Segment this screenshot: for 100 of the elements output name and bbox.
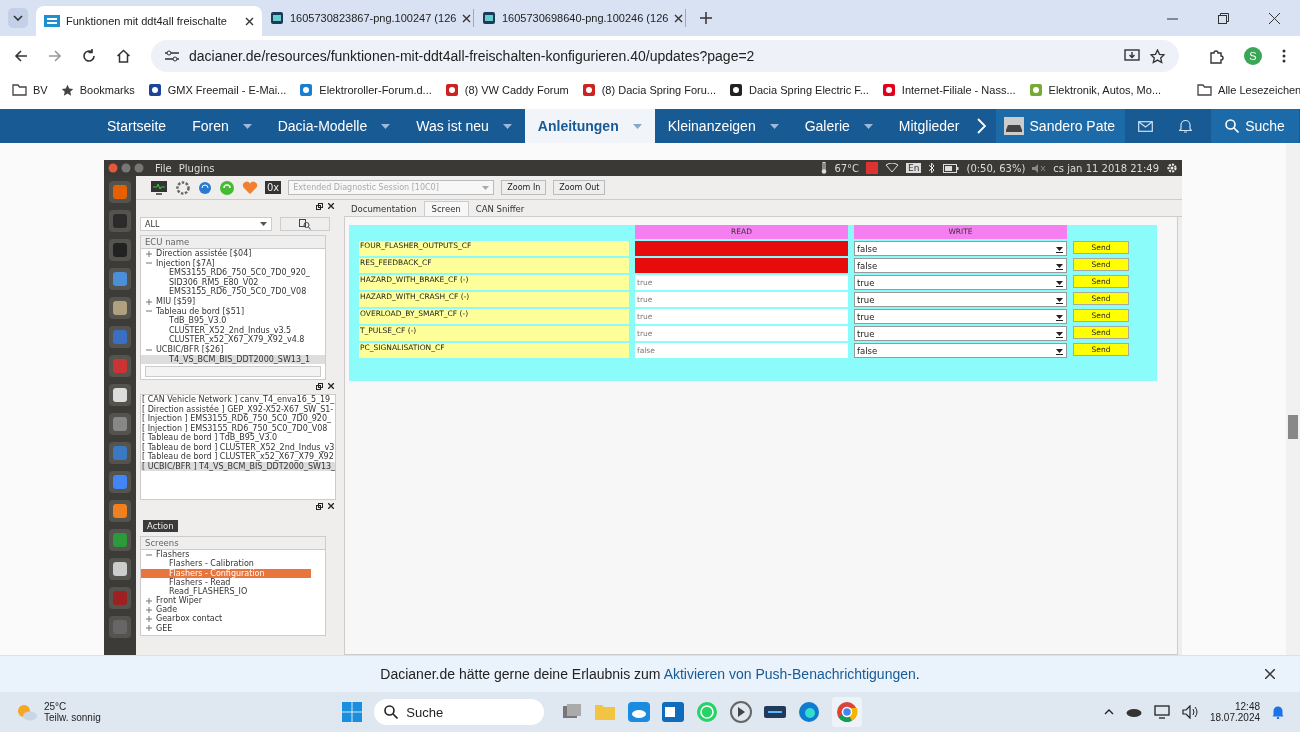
- ecu-list-item[interactable]: [ Direction assistée ] GEP_X92-X52-X67_SW_S1-: [141, 404, 335, 415]
- tree-item[interactable]: Flashers - Read: [141, 577, 325, 587]
- tree-item[interactable]: UCBIC/BFR [$26]: [141, 344, 325, 355]
- tree-item[interactable]: CLUSTER_X52_2nd_Indus_v3.5: [141, 325, 325, 336]
- ecu-list-item[interactable]: [ Tableau de bord ] CLUSTER_X52_2nd_Indus_v3: [141, 442, 335, 453]
- close-icon[interactable]: [462, 13, 472, 23]
- float-icon[interactable]: [316, 502, 323, 510]
- install-icon[interactable]: [1124, 49, 1140, 63]
- home-icon[interactable]: [116, 49, 131, 63]
- browser-tab[interactable]: Funktionen mit ddt4all freischalte: [36, 6, 262, 36]
- bookmark[interactable]: Dacia Spring Electric F...: [729, 83, 869, 97]
- close-icon[interactable]: [674, 13, 684, 23]
- bookmark[interactable]: Bookmarks: [60, 83, 135, 97]
- launcher-icon[interactable]: [108, 296, 132, 320]
- ecu-list-item[interactable]: [ CAN Vehicle Network ] canv_T4_enva16_5_19_: [141, 395, 335, 405]
- write-value-dropdown[interactable]: true: [854, 292, 1067, 307]
- tree-item[interactable]: SID306_RM5_E80_V02: [141, 277, 325, 288]
- write-value-dropdown[interactable]: false: [854, 241, 1067, 256]
- extensions-icon[interactable]: [1209, 48, 1224, 64]
- browser-tab[interactable]: 1605730823867-png.100247 (126: [262, 9, 474, 27]
- nav-tab[interactable]: Anleitungen: [524, 109, 655, 143]
- nav-tab[interactable]: Kleinanzeigen: [654, 109, 792, 143]
- tree-item[interactable]: Tableau de bord [$51]: [141, 306, 325, 317]
- caret-icon[interactable]: [502, 123, 512, 129]
- expander-icon[interactable]: [146, 551, 152, 558]
- caret-icon[interactable]: [381, 123, 391, 129]
- site-settings-icon[interactable]: [165, 50, 179, 62]
- bell-icon[interactable]: [1179, 119, 1193, 133]
- expander-icon[interactable]: [146, 308, 152, 315]
- bookmark[interactable]: Internet-Filiale - Nass...: [881, 83, 1016, 97]
- ecu-list-item[interactable]: [ Injection ] EMS3155_RD6_750_5C0_7D0_V08: [141, 423, 335, 434]
- write-value-dropdown[interactable]: true: [854, 326, 1067, 341]
- back-icon[interactable]: [14, 49, 28, 63]
- ecu-list-item[interactable]: [ Injection ] EMS3155_RD6_750_5C0_7D0_920_: [141, 414, 335, 424]
- write-value-dropdown[interactable]: false: [854, 258, 1067, 273]
- menu-item[interactable]: File: [155, 162, 172, 174]
- tree-item[interactable]: CLUSTER_x52_X67_X79_X92_v4.8: [141, 335, 325, 345]
- nav-tab[interactable]: Galerie: [791, 109, 886, 143]
- write-value-dropdown[interactable]: true: [854, 309, 1067, 324]
- bookmark[interactable]: (8) VW Caddy Forum: [444, 83, 569, 97]
- forward-icon[interactable]: [48, 49, 62, 63]
- play-icon[interactable]: [730, 701, 753, 723]
- taskbar-search-field[interactable]: Suche: [374, 699, 545, 725]
- task-view-icon[interactable]: [562, 703, 583, 721]
- tree-item[interactable]: TdB_B95_V3.0: [141, 316, 325, 326]
- weather-widget[interactable]: 25°C Teilw. sonnig: [16, 701, 101, 723]
- bookmark[interactable]: BV: [12, 84, 48, 96]
- nav-tab[interactable]: Startseite: [94, 109, 180, 143]
- zoom-button[interactable]: Zoom Out: [553, 180, 606, 195]
- close-icon[interactable]: [328, 503, 334, 510]
- browser-tab[interactable]: 1605730698640-png.100246 (126: [474, 9, 686, 27]
- chrome-icon[interactable]: [836, 701, 859, 723]
- menu-icon[interactable]: [1282, 49, 1286, 63]
- nav-tab[interactable]: Mitglieder: [885, 109, 973, 143]
- user-menu[interactable]: Sandero Pate: [995, 109, 1126, 143]
- bookmark[interactable]: Elektroroller-Forum.d...: [299, 83, 432, 97]
- close-icon[interactable]: [328, 203, 334, 209]
- menu-item[interactable]: Plugins: [178, 162, 215, 174]
- address-bar[interactable]: dacianer.de/resources/funktionen-mit-ddt4all-freischalten-konfigurieren.40/updates?page=2: [151, 40, 1179, 72]
- new-tab-icon[interactable]: [700, 12, 712, 24]
- caret-icon[interactable]: [632, 123, 642, 129]
- expander-icon[interactable]: [146, 260, 152, 267]
- caret-icon[interactable]: [242, 123, 252, 129]
- launcher-icon[interactable]: [108, 267, 132, 291]
- expander-icon[interactable]: [146, 250, 152, 257]
- tree-item[interactable]: EMS3155_RD6_750_5C0_7D0_V08: [141, 287, 325, 297]
- tree-item[interactable]: Gearbox contact: [141, 614, 325, 624]
- reload-icon[interactable]: [82, 49, 96, 63]
- scrollbar-thumb[interactable]: [1288, 415, 1298, 439]
- close-icon[interactable]: [1269, 12, 1280, 24]
- chevron-right-icon[interactable]: [976, 118, 986, 134]
- tree-item[interactable]: Gade: [141, 605, 325, 615]
- app-tab[interactable]: Screen: [423, 201, 469, 216]
- app-tab[interactable]: Documentation: [344, 202, 424, 216]
- mail-icon[interactable]: [1138, 120, 1154, 132]
- bell-icon[interactable]: [1272, 705, 1284, 719]
- chevron-up-icon[interactable]: [1103, 709, 1114, 715]
- close-icon[interactable]: [1265, 669, 1275, 679]
- ecu-list-item[interactable]: [ UCBIC/BFR ] T4_VS_BCM_BIS_DDT2000_SW13_: [141, 461, 335, 472]
- close-icon[interactable]: [328, 383, 334, 390]
- caret-icon[interactable]: [863, 123, 873, 129]
- zoom-button[interactable]: Zoom In: [501, 180, 547, 195]
- tree-item[interactable]: Flashers - Calibration: [141, 559, 325, 569]
- ecu-list-item[interactable]: [ Tableau de bord ] CLUSTER_x52_X67_X79_X92: [141, 452, 335, 462]
- horizontal-scrollbar[interactable]: [145, 366, 321, 378]
- expander-icon[interactable]: [146, 298, 152, 305]
- launcher-icon[interactable]: [108, 499, 132, 523]
- gear-icon[interactable]: [175, 179, 191, 196]
- connect-icon[interactable]: [219, 179, 235, 196]
- heart-icon[interactable]: [242, 180, 258, 195]
- hex-button[interactable]: 0x: [265, 181, 282, 194]
- float-icon[interactable]: [316, 202, 323, 210]
- settings-icon[interactable]: [1166, 162, 1178, 174]
- write-value-dropdown[interactable]: false: [854, 343, 1067, 358]
- monitor-icon[interactable]: [150, 179, 168, 196]
- ecu-list-item[interactable]: [ Tableau de bord ] TdB_B95_V3.0: [141, 433, 335, 443]
- page-scrollbar[interactable]: [1286, 143, 1300, 655]
- tab-list-button[interactable]: [8, 8, 28, 28]
- restore-icon[interactable]: [1218, 12, 1229, 24]
- refresh-icon[interactable]: [198, 180, 212, 195]
